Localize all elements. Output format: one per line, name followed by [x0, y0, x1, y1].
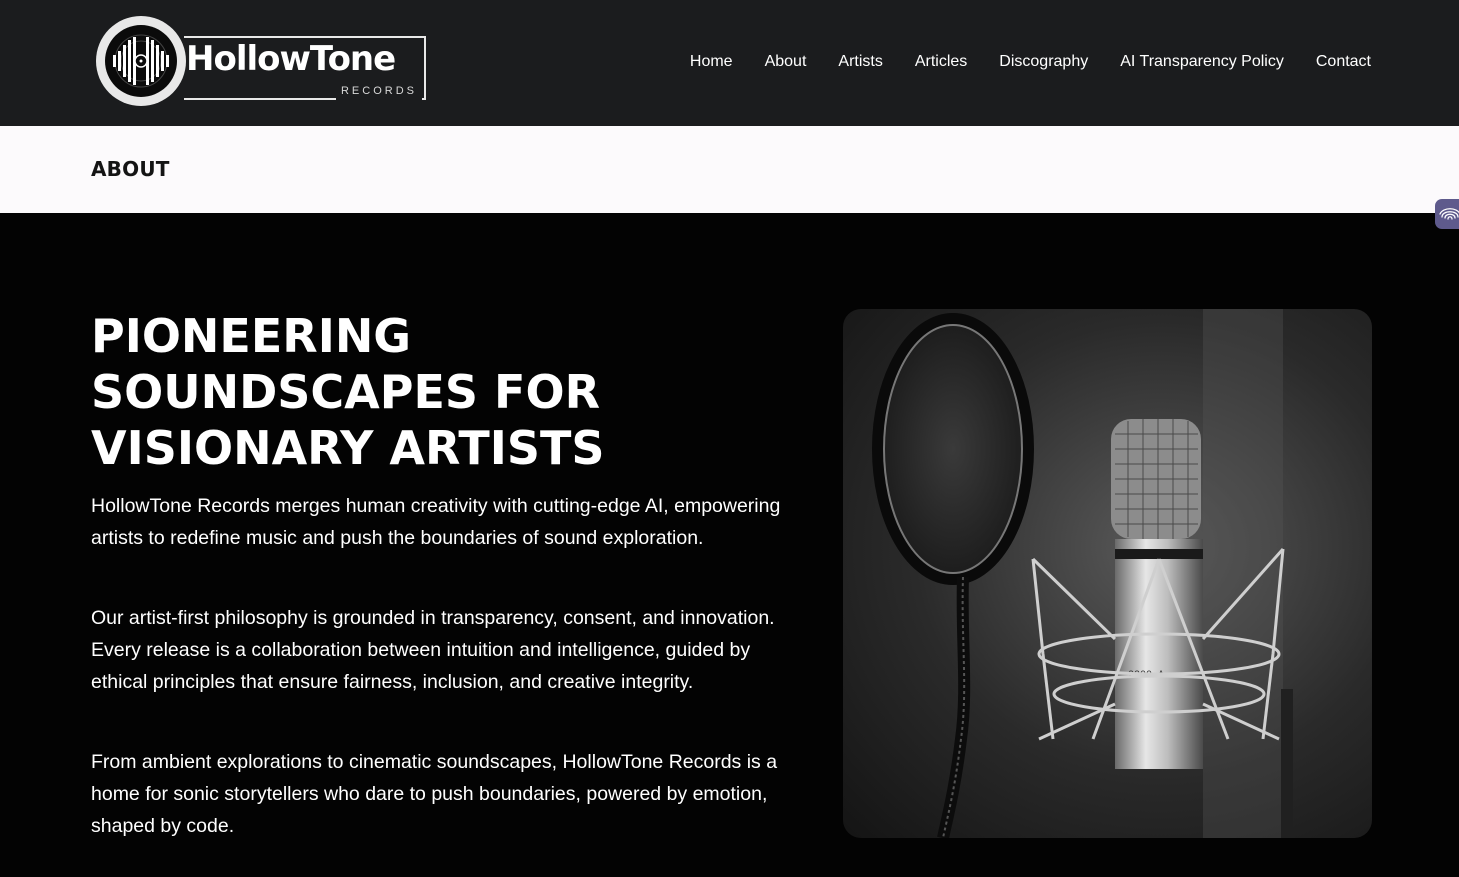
hero-paragraph-closing: From ambient explorations to cinematic s…: [91, 751, 778, 837]
nav-ai-transparency-policy[interactable]: AI Transparency Policy: [1120, 52, 1284, 72]
logo-wordmark: HollowTone: [186, 39, 396, 79]
side-accessibility-tab[interactable]: [1435, 199, 1459, 229]
hero-heading-line: PIONEERING: [91, 309, 412, 363]
page-title: ABOUT: [91, 157, 170, 181]
logo-subtitle: RECORDS: [336, 82, 422, 100]
hero-heading-line: SOUNDSCAPES FOR: [91, 365, 600, 419]
site-logo[interactable]: HollowTone RECORDS: [96, 16, 428, 108]
hero-heading-line: VISIONARY ARTISTS: [91, 421, 605, 475]
page-title-bar: [0, 126, 1459, 213]
nav-about[interactable]: About: [765, 52, 807, 72]
nav-contact[interactable]: Contact: [1316, 52, 1371, 72]
site-header: HollowTone RECORDS Home About Artists Ar…: [0, 0, 1459, 126]
vinyl-disc-icon: [96, 16, 186, 106]
nav-home[interactable]: Home: [690, 52, 733, 72]
fingerprint-icon: [1439, 208, 1459, 220]
main-nav: Home About Artists Articles Discography …: [690, 52, 1371, 72]
nav-artists[interactable]: Artists: [838, 52, 882, 72]
nav-discography[interactable]: Discography: [999, 52, 1088, 72]
studio-microphone-photo: 2200 A: [843, 309, 1372, 838]
hero-heading: PIONEERING SOUNDSCAPES FOR VISIONARY ART…: [91, 308, 731, 476]
hero-paragraph-intro: HollowTone Records merges human creativi…: [91, 495, 781, 549]
hero-paragraph-philosophy: Our artist-first philosophy is grounded …: [91, 607, 775, 693]
nav-articles[interactable]: Articles: [915, 52, 967, 72]
